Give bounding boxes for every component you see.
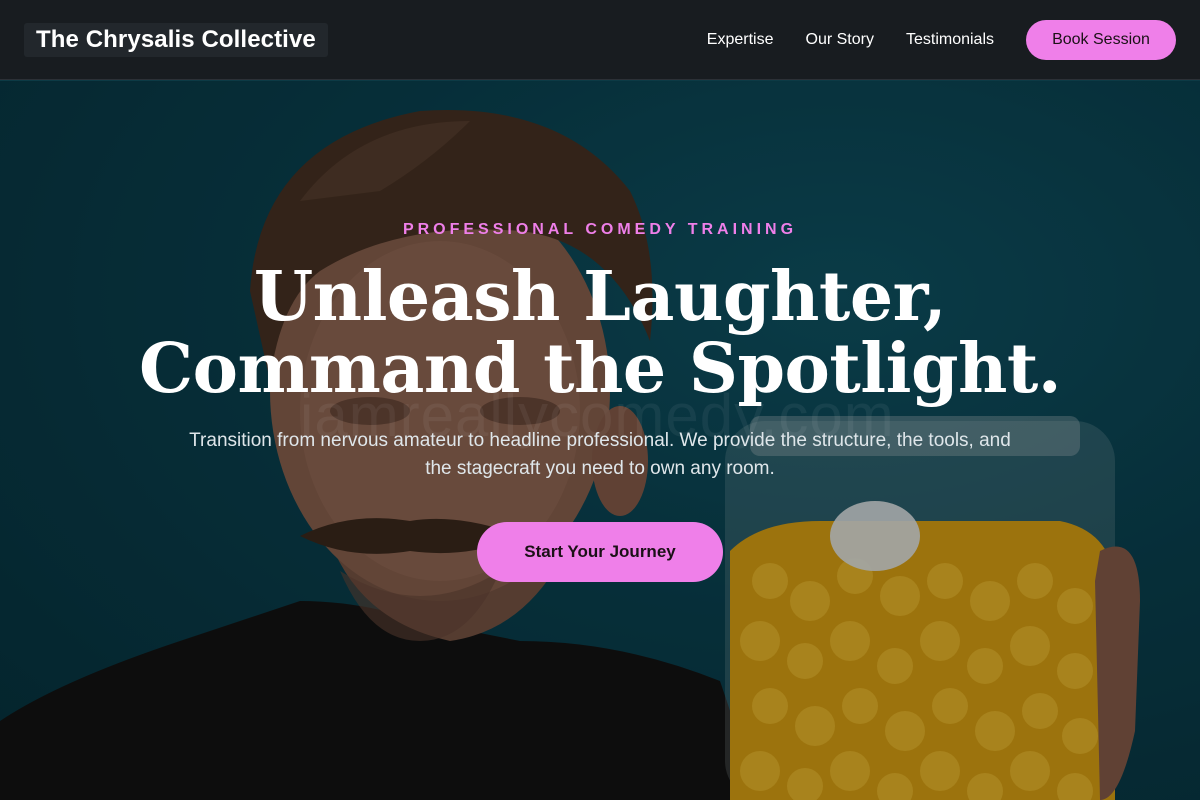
top-navigation: The Chrysalis Collective Expertise Our S… xyxy=(0,0,1200,80)
nav-link-our-story[interactable]: Our Story xyxy=(806,31,874,49)
hero-content: PROFESSIONAL COMEDY TRAINING Unleash Lau… xyxy=(0,81,1200,800)
hero-headline-line-2: Command the Spotlight. xyxy=(138,329,1062,409)
hero-headline-line-1: Unleash Laughter, xyxy=(253,257,947,337)
hero-subcopy: Transition from nervous amateur to headl… xyxy=(189,430,1011,479)
nav-link-testimonials[interactable]: Testimonials xyxy=(906,31,994,49)
brand-logo[interactable]: The Chrysalis Collective xyxy=(24,22,328,57)
book-session-button[interactable]: Book Session xyxy=(1026,19,1176,60)
hero-section: iamreallycomedy.com PROFESSIONAL COMEDY … xyxy=(0,81,1200,800)
nav-links: Expertise Our Story Testimonials Book Se… xyxy=(707,19,1176,60)
hero-headline: Unleash Laughter, Command the Spotlight. xyxy=(0,261,1200,405)
hero-eyebrow: PROFESSIONAL COMEDY TRAINING xyxy=(402,221,798,238)
nav-link-expertise[interactable]: Expertise xyxy=(707,31,774,49)
start-journey-button[interactable]: Start Your Journey xyxy=(477,522,723,582)
